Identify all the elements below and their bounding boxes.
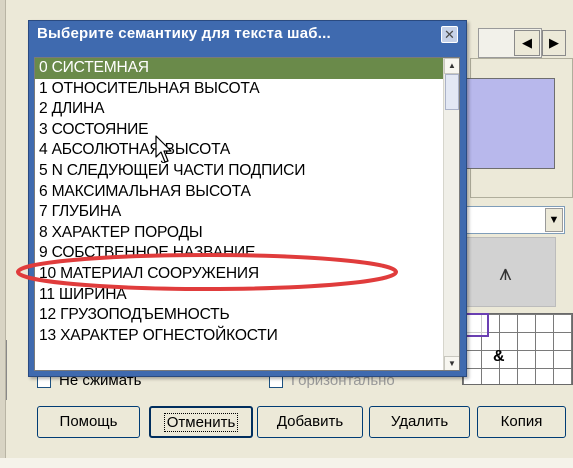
window-bottom-edge: [0, 458, 573, 468]
list-item[interactable]: 2 ДЛИНА: [35, 99, 447, 120]
list-item[interactable]: 4 АБСОЛЮТНАЯ ВЫСОТА: [35, 140, 447, 161]
cancel-button[interactable]: Отменить: [149, 406, 253, 438]
help-button[interactable]: Помощь: [37, 406, 140, 438]
scroll-thumb[interactable]: [445, 74, 459, 110]
arrow-left-icon: ◀: [522, 35, 532, 50]
chevron-down-icon: ▼: [548, 214, 560, 226]
copy-button[interactable]: Копия: [477, 406, 566, 438]
list-item[interactable]: 1 ОТНОСИТЕЛЬНАЯ ВЫСОТА: [35, 79, 447, 100]
list-item[interactable]: 3 СОСТОЯНИЕ: [35, 120, 447, 141]
semantic-list[interactable]: 0 СИСТЕМНАЯ 1 ОТНОСИТЕЛЬНАЯ ВЫСОТА 2 ДЛИНА…: [34, 57, 460, 371]
cancel-button-label: Отменить: [163, 413, 239, 432]
scroll-up-button[interactable]: ▲: [444, 58, 459, 74]
scroll-up-icon: ▲: [448, 61, 456, 70]
tree-symbol-icon: ⩚: [499, 260, 512, 285]
semantic-list-items: 0 СИСТЕМНАЯ 1 ОТНОСИТЕЛЬНАЯ ВЫСОТА 2 ДЛИНА…: [35, 58, 447, 346]
list-item[interactable]: 5 N СЛЕДУЮЩЕЙ ЧАСТИ ПОДПИСИ: [35, 161, 447, 182]
mouse-cursor-icon: [155, 135, 172, 163]
style-combo[interactable]: ▼: [466, 206, 565, 234]
list-item[interactable]: 12 ГРУЗОПОДЪЕМНОСТЬ: [35, 305, 447, 326]
list-scrollbar[interactable]: ▲ ▼: [443, 58, 459, 370]
list-item[interactable]: 7 ГЛУБИНА: [35, 202, 447, 223]
scroll-down-button[interactable]: ▼: [444, 356, 459, 370]
divider-line: [6, 340, 7, 400]
semantic-picker-popup: Выберите семантику для текста шаб... ✕ 0…: [28, 20, 467, 377]
list-item[interactable]: 6 МАКСИМАЛЬНАЯ ВЫСОТА: [35, 182, 447, 203]
symbol-preview: ⩚: [455, 237, 556, 307]
close-button[interactable]: ✕: [441, 26, 458, 43]
delete-button[interactable]: Удалить: [369, 406, 470, 438]
popup-title: Выберите семантику для текста шаб...: [37, 25, 331, 42]
list-item[interactable]: 0 СИСТЕМНАЯ: [35, 58, 447, 79]
arrow-right-icon: ▶: [549, 35, 559, 50]
tab-scroll-right-button[interactable]: ▶: [542, 30, 566, 56]
tab-scroll-left-button[interactable]: ◀: [514, 30, 540, 56]
list-item[interactable]: 8 ХАРАКТЕР ПОРОДЫ: [35, 223, 447, 244]
list-item[interactable]: 10 МАТЕРИАЛ СООРУЖЕНИЯ: [35, 264, 447, 285]
amp-symbol: &: [493, 348, 505, 365]
list-item[interactable]: 11 ШИРИНА: [35, 285, 447, 306]
color-preview: [462, 78, 555, 169]
list-item[interactable]: 9 СОБСТВЕННОЕ НАЗВАНИЕ: [35, 243, 447, 264]
scroll-down-icon: ▼: [448, 359, 456, 368]
add-button[interactable]: Добавить: [257, 406, 363, 438]
list-item[interactable]: 13 ХАРАКТЕР ОГНЕСТОЙКОСТИ: [35, 326, 447, 347]
close-icon: ✕: [444, 27, 455, 42]
combo-dropdown-button[interactable]: ▼: [545, 208, 563, 232]
